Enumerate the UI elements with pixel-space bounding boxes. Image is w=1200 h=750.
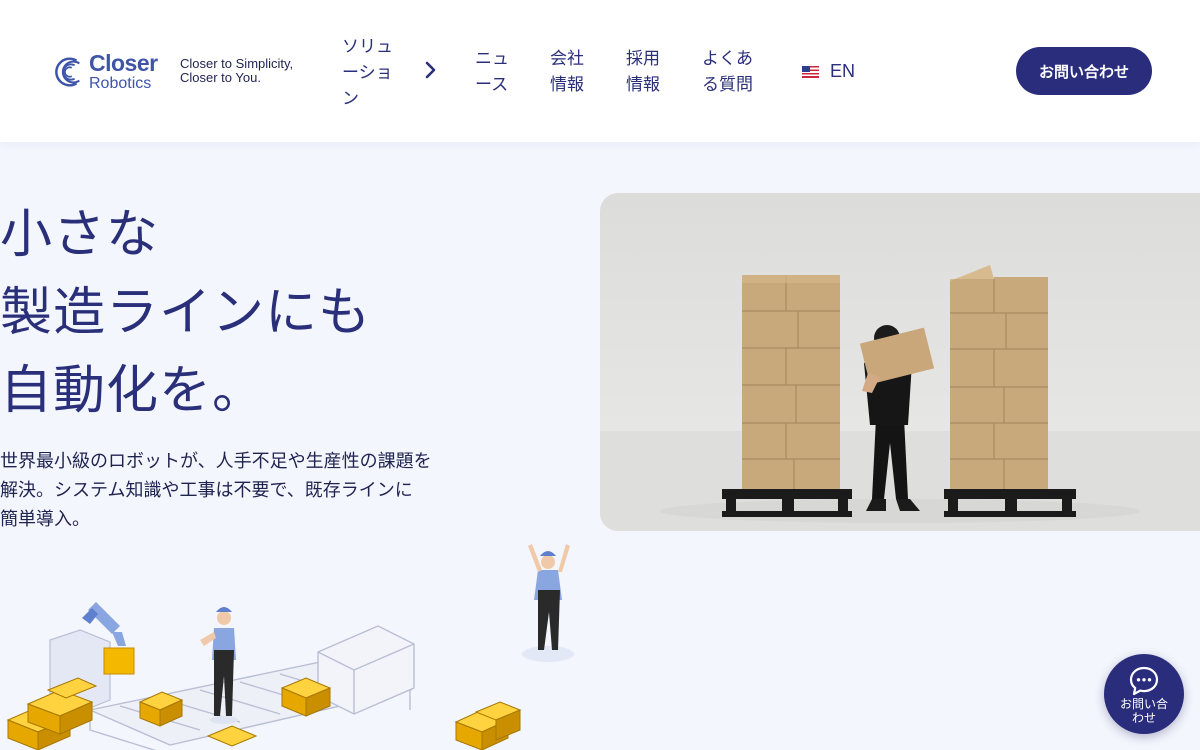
hero-title: 小さな 製造ラインにも 自動化を。 (0, 196, 371, 430)
chat-label: お問い合 わせ (1104, 697, 1184, 725)
hero-description-line-3: 簡単導入。 (0, 509, 90, 530)
factory-illustration-graphic (6, 544, 574, 750)
yellow-boxes-right (454, 701, 522, 750)
nav-news-line-1: ニュ (475, 49, 509, 69)
nav-faq[interactable]: よくあ る質問 (702, 46, 753, 98)
nav-recruit[interactable]: 採用 情報 (626, 46, 660, 98)
logo-line-1: Closer (89, 50, 158, 76)
nav-solutions-line-3: ン (342, 89, 359, 109)
nav-news-line-2: ース (475, 75, 509, 95)
nav-recruit-line-2: 情報 (626, 75, 660, 95)
nav-company[interactable]: 会社 情報 (550, 46, 584, 98)
nav-solutions-line-1: ソリュ (342, 37, 393, 57)
tagline-line-1: Closer to Simplicity, (180, 56, 294, 71)
hero-description-line-2: 解決。システム知識や工事は不要で、既存ラインに (0, 480, 413, 501)
nav-news[interactable]: ニュ ース (475, 46, 509, 98)
chat-label-line-2: わせ (1131, 711, 1156, 725)
chevron-right-icon[interactable] (422, 59, 438, 81)
tagline-line-2: Closer to You. (180, 70, 261, 85)
yellow-boxes-left (6, 677, 98, 750)
nav-faq-line-2: る質問 (702, 75, 753, 95)
nav-faq-line-1: よくあ (702, 49, 753, 69)
logo[interactable]: Closer Robotics (48, 52, 158, 92)
hero-title-line-3: 自動化を。 (0, 361, 266, 421)
nav-solutions[interactable]: ソリュ ーショ ン (342, 34, 402, 112)
hero-photo-illustration (600, 193, 1200, 531)
logo-line-2: Robotics (89, 75, 152, 92)
chat-contact-button[interactable]: お問い合 わせ (1104, 654, 1184, 734)
language-label: EN (830, 61, 856, 81)
cheering-worker (522, 544, 574, 662)
nav-company-line-1: 会社 (550, 49, 584, 69)
factory-illustration (0, 540, 640, 750)
nav-solutions-line-2: ーショ (342, 63, 393, 83)
hero-title-line-1: 小さな (0, 205, 160, 265)
logo-text: Closer Robotics (89, 52, 158, 92)
hero-title-line-2: 製造ラインにも (0, 283, 372, 343)
chat-bubble-icon (1129, 666, 1159, 696)
closer-robotics-logo-icon (55, 57, 80, 87)
nav-recruit-line-1: 採用 (626, 49, 660, 69)
chat-label-line-1: お問い合 (1119, 697, 1168, 711)
contact-button[interactable]: お問い合わせ (1016, 47, 1152, 95)
inspection-machine (317, 625, 415, 715)
language-switch[interactable]: EN (802, 61, 855, 82)
site-header: Closer Robotics Closer to Simplicity, Cl… (0, 0, 1200, 142)
hero-photo (600, 193, 1200, 531)
us-flag-icon (802, 65, 819, 78)
tagline: Closer to Simplicity, Closer to You. (180, 57, 293, 85)
hero-description-line-1: 世界最小級のロボットが、人手不足や生産性の課題を (0, 451, 432, 472)
hero-description: 世界最小級のロボットが、人手不足や生産性の課題を 解決。システム知識や工事は不要… (0, 447, 432, 534)
nav-company-line-2: 情報 (550, 75, 584, 95)
